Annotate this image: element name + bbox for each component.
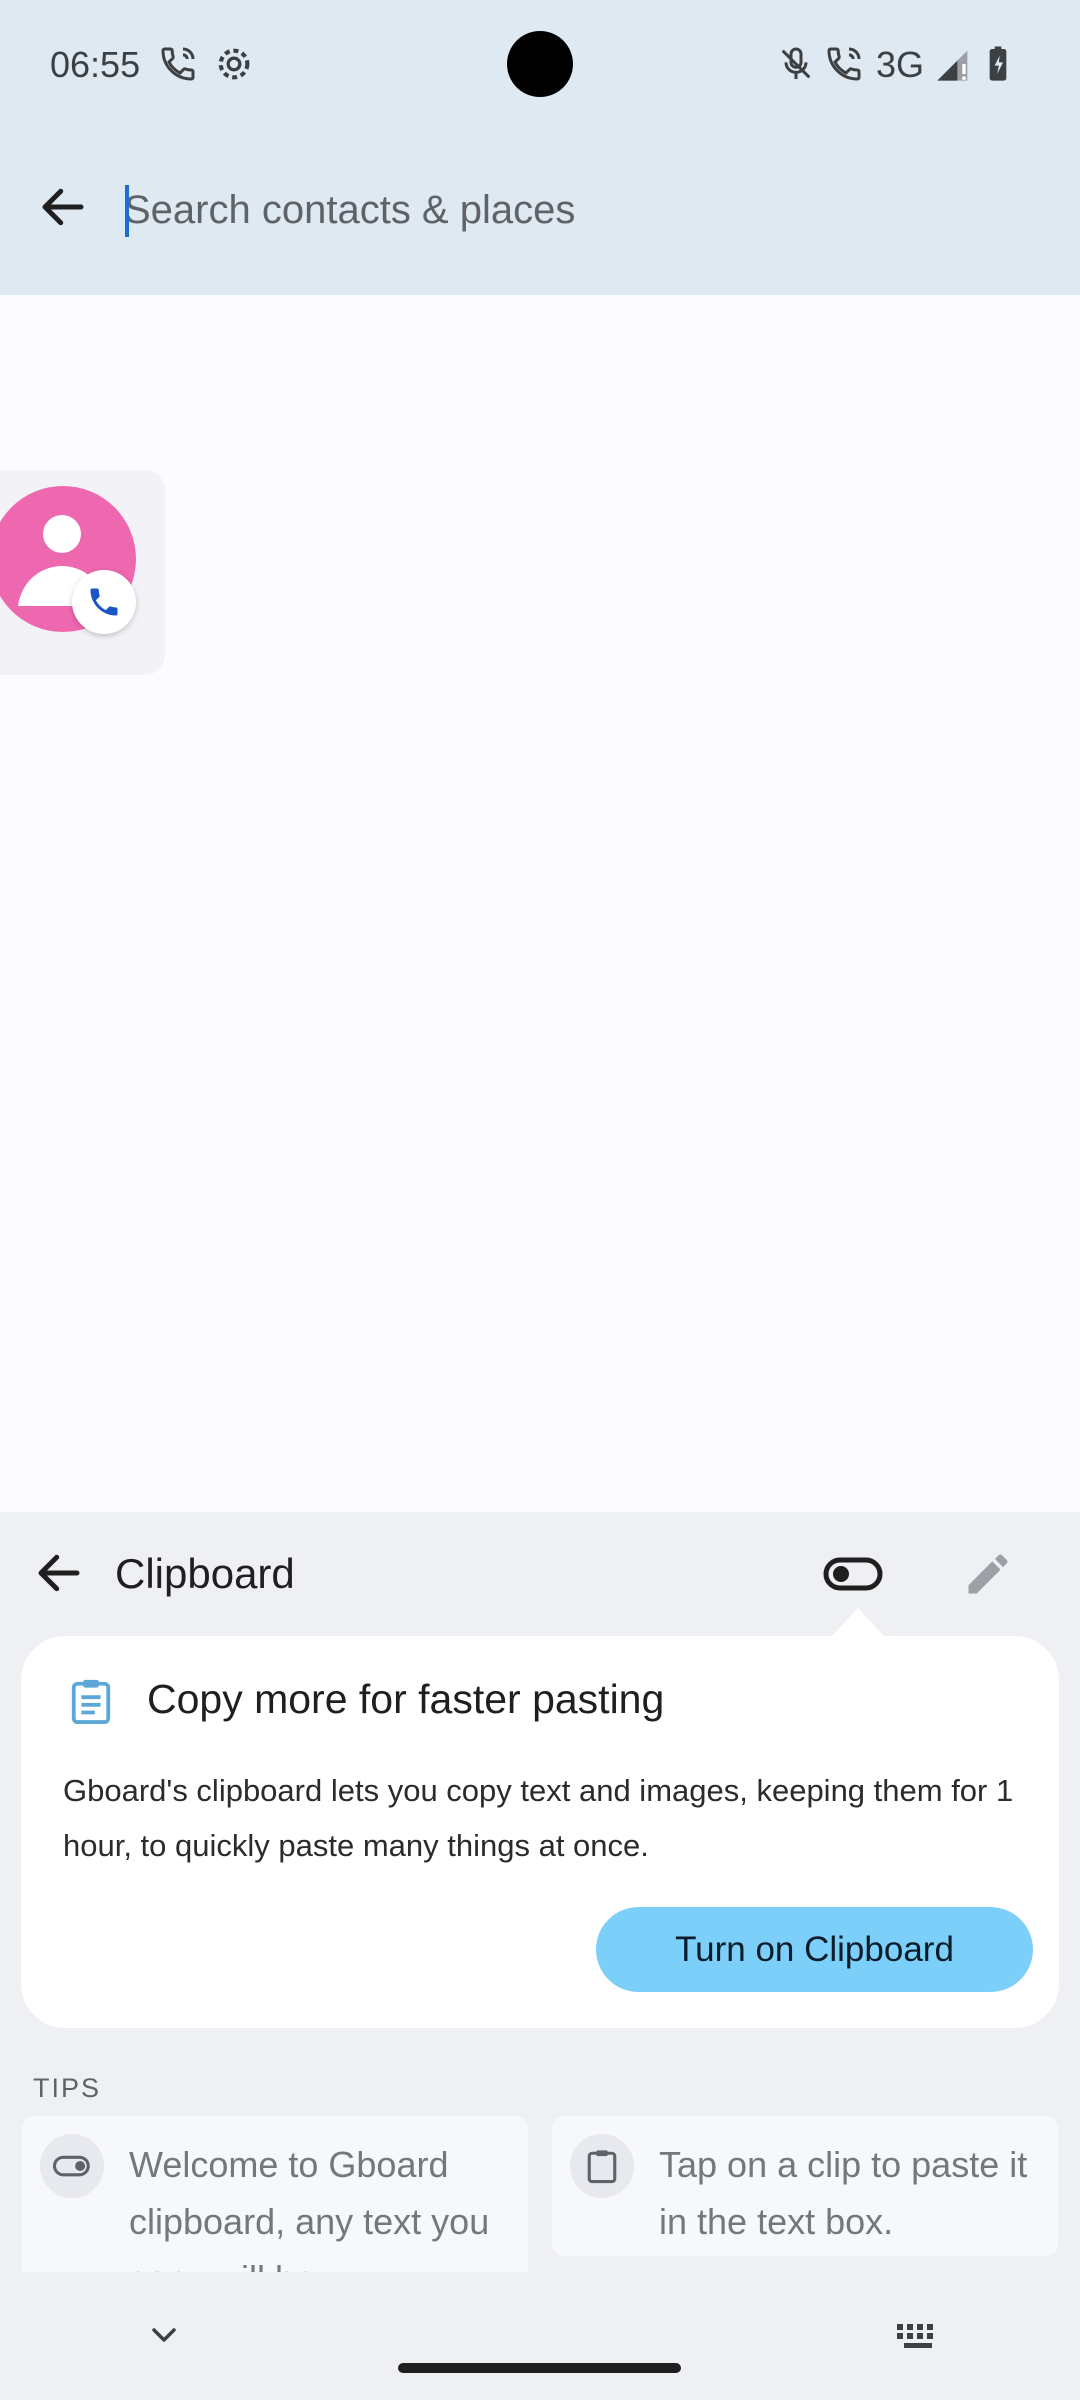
home-indicator[interactable] (398, 2363, 681, 2373)
status-bar: 06:55 3G (0, 0, 1080, 130)
promo-title: Copy more for faster pasting (147, 1676, 665, 1722)
tips-label: TIPS (33, 2073, 102, 2103)
wifi-calling-icon (824, 44, 864, 84)
turn-on-clipboard-button[interactable]: Turn on Clipboard (596, 1907, 1033, 1992)
tip-card[interactable]: Welcome to Gboard clipboard, any text yo… (22, 2116, 528, 2272)
edit-pencil-icon[interactable] (962, 1548, 1014, 1600)
settings-gear-icon (214, 44, 254, 84)
signal-icon (934, 44, 974, 84)
clipboard-title: Clipboard (115, 1550, 295, 1597)
battery-charging-icon (978, 44, 1018, 84)
clipboard-toggle-icon[interactable] (822, 1554, 886, 1594)
network-type: 3G (876, 44, 925, 85)
promo-body: Gboard's clipboard lets you copy text an… (63, 1773, 1014, 1863)
call-badge[interactable] (72, 570, 136, 634)
camera-cutout (507, 31, 573, 97)
tip-text: Tap on a clip to paste it in the text bo… (659, 2144, 1028, 2242)
mute-icon (776, 44, 816, 84)
keyboard-icon[interactable] (895, 2322, 941, 2350)
tooltip-pointer (832, 1608, 884, 1636)
chevron-down-icon[interactable] (144, 2320, 184, 2350)
search-input[interactable] (124, 178, 1024, 242)
tip-text: Welcome to Gboard clipboard, any text yo… (129, 2144, 490, 2272)
search-header: 06:55 3G (0, 0, 1080, 295)
phone-icon (90, 588, 118, 616)
wifi-calling-icon (158, 44, 198, 84)
tip-card[interactable]: Tap on a clip to paste it in the text bo… (552, 2116, 1058, 2256)
clipboard-back-icon[interactable] (32, 1546, 86, 1600)
text-caret (125, 185, 129, 237)
toggle-icon (40, 2134, 104, 2198)
clipboard-icon (68, 1676, 114, 1726)
status-time: 06:55 (50, 44, 141, 85)
clipboard-icon (570, 2134, 634, 2198)
tips-list: Welcome to Gboard clipboard, any text yo… (0, 2112, 1080, 2272)
back-arrow-icon[interactable] (36, 180, 90, 234)
